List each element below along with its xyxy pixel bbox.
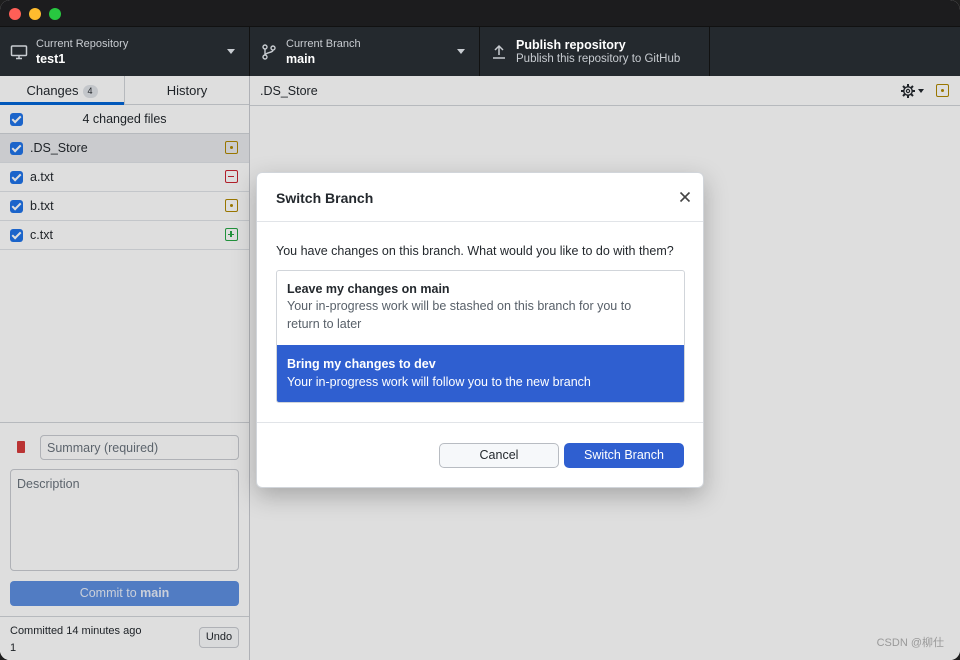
- publish-repository-subtitle: Publish this repository to GitHub: [516, 53, 681, 65]
- zoom-window-button[interactable]: [49, 8, 61, 20]
- option-title: Bring my changes to dev: [287, 357, 436, 371]
- minimize-window-button[interactable]: [29, 8, 41, 20]
- publish-repository-title: Publish repository: [516, 38, 626, 52]
- switch-branch-dialog: Switch Branch You have changes on this b…: [256, 172, 704, 488]
- watermark: CSDN @柳仕: [876, 637, 944, 649]
- publish-repository-button[interactable]: Publish repository Publish this reposito…: [480, 27, 710, 77]
- app-window: Current Repository test1 Current Branch …: [0, 0, 960, 660]
- monitor-icon: [10, 45, 28, 60]
- title-bar: [0, 0, 960, 26]
- close-window-button[interactable]: [9, 8, 21, 20]
- dialog-title: Switch Branch: [276, 190, 374, 206]
- dialog-question: You have changes on this branch. What wo…: [276, 244, 674, 258]
- option-leave-changes[interactable]: Leave my changes on main Your in-progres…: [277, 271, 684, 345]
- close-icon[interactable]: [679, 191, 691, 203]
- switch-branch-button[interactable]: Switch Branch: [564, 443, 684, 468]
- option-description: Your in-progress work will be stashed on…: [287, 299, 632, 331]
- chevron-down-icon: [457, 49, 465, 54]
- option-description: Your in-progress work will follow you to…: [287, 375, 591, 389]
- current-repository-button[interactable]: Current Repository test1: [0, 27, 250, 77]
- dialog-header: Switch Branch: [257, 173, 703, 222]
- current-branch-value: main: [286, 52, 316, 66]
- current-repository-label: Current Repository: [36, 38, 129, 50]
- current-repository-value: test1: [36, 52, 66, 66]
- toolbar: Current Repository test1 Current Branch …: [0, 26, 960, 77]
- cancel-button[interactable]: Cancel: [439, 443, 559, 468]
- dialog-footer: Cancel Switch Branch: [257, 422, 703, 487]
- current-branch-label: Current Branch: [286, 38, 361, 50]
- branch-options-list: Leave my changes on main Your in-progres…: [276, 270, 685, 403]
- option-bring-changes[interactable]: Bring my changes to dev Your in-progress…: [277, 345, 684, 402]
- current-branch-button[interactable]: Current Branch main: [250, 27, 480, 77]
- upload-icon: [493, 44, 505, 59]
- option-title: Leave my changes on main: [287, 282, 450, 296]
- chevron-down-icon: [227, 49, 235, 54]
- git-branch-icon: [262, 44, 276, 60]
